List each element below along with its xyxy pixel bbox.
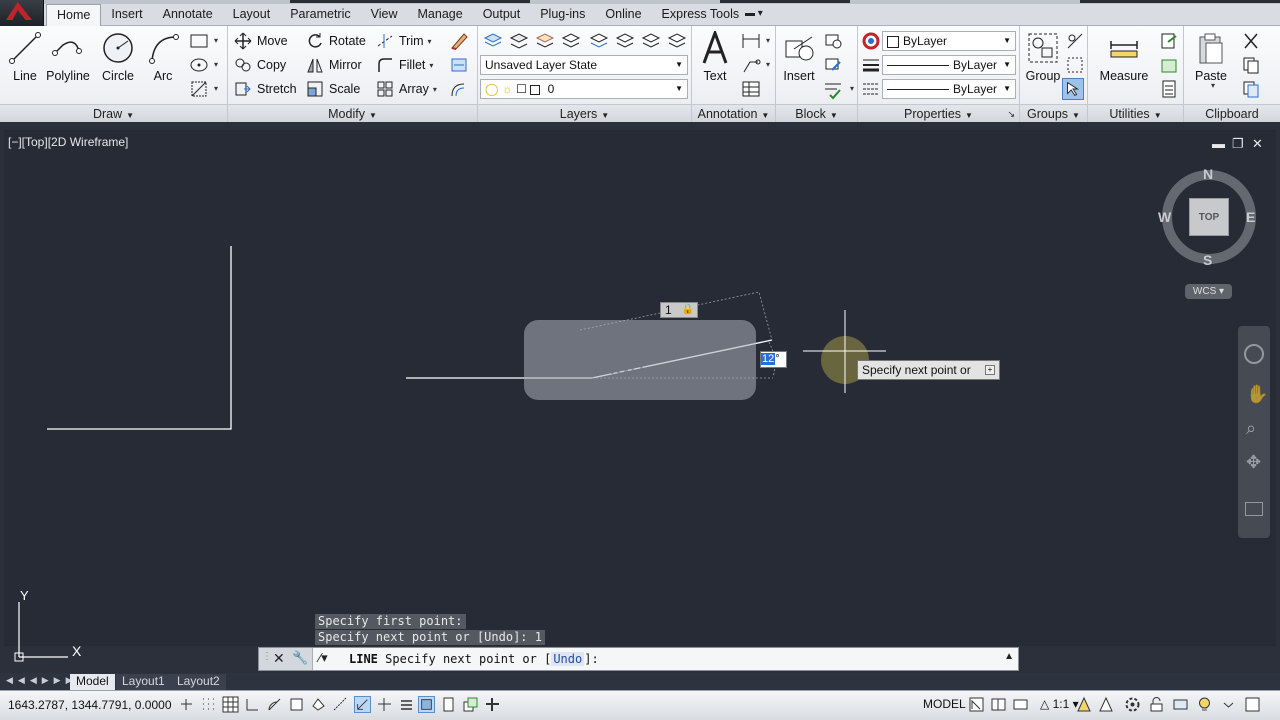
pan-hand-icon[interactable]: ✋ <box>1246 384 1268 405</box>
watermark: Arq. Leonardo A. Guzman 3BISEC@GMAIL.COM <box>524 320 756 400</box>
expand-options-icon[interactable]: + <box>985 365 995 375</box>
navigation-bar: ✋ ⌕ ✥ <box>1238 326 1270 538</box>
layout-navigation-icons[interactable]: ◀◀◀▶▶▶ <box>6 675 78 686</box>
status-menu-icon[interactable] <box>1220 696 1237 713</box>
quick-view-drawings-icon[interactable] <box>990 696 1007 713</box>
command-prompt[interactable]: LINE Specify next point or [Undo]: <box>349 648 599 670</box>
angle-input-box[interactable]: 12° <box>760 351 787 368</box>
command-history-toggle-icon[interactable]: ▲ <box>1004 651 1014 662</box>
command-history-line: Specify first point: <box>315 614 466 629</box>
clean-screen-icon[interactable] <box>1244 696 1261 713</box>
grid-display-icon[interactable] <box>222 696 239 713</box>
recent-commands-icon[interactable]: ∕▾ <box>319 650 328 666</box>
pan-icon[interactable] <box>1012 696 1029 713</box>
compass-north[interactable]: N <box>1203 166 1213 182</box>
auto-scale-icon[interactable] <box>1098 696 1115 713</box>
infer-constraints-icon[interactable] <box>178 696 195 713</box>
showmotion-icon[interactable] <box>1245 502 1263 516</box>
command-option-undo[interactable]: Undo <box>551 652 585 666</box>
viewcube-top-face[interactable]: TOP <box>1189 198 1229 236</box>
autocad-window: Home Insert Annotate Layout Parametric V… <box>0 0 1280 720</box>
quick-properties-icon[interactable] <box>440 696 457 713</box>
selection-cycling-icon[interactable] <box>462 696 479 713</box>
transparency-icon[interactable] <box>418 696 435 713</box>
tab-model[interactable]: Model <box>70 674 115 690</box>
polar-tracking-icon[interactable] <box>266 696 283 713</box>
compass-south[interactable]: S <box>1203 252 1212 268</box>
cursor-coordinates[interactable]: 1643.2787, 1344.7791, 0.0000 <box>8 698 172 712</box>
object-snap-icon[interactable] <box>288 696 305 713</box>
dynamic-input-icon[interactable] <box>376 696 393 713</box>
layout-tab-bar: ◀◀◀▶▶▶ Model Layout1 Layout2 <box>0 673 1280 690</box>
lock-icon: 🔒 <box>681 304 694 315</box>
snap-mode-icon[interactable] <box>200 696 217 713</box>
annotation-visibility-icon[interactable] <box>1076 696 1093 713</box>
status-bar: 1643.2787, 1344.7791, 0.0000 MODEL △ 1:1… <box>0 690 1280 720</box>
annotation-scale-icon: △ <box>1040 697 1050 711</box>
ucs-y-label: Y <box>20 588 29 603</box>
steering-wheel-icon[interactable] <box>1244 344 1264 364</box>
compass-east[interactable]: E <box>1246 209 1255 225</box>
isolate-objects-lightbulb-icon[interactable] <box>1196 696 1213 713</box>
3d-object-snap-icon[interactable] <box>310 696 327 713</box>
ortho-mode-icon[interactable] <box>244 696 261 713</box>
command-history-line: Specify next point or [Undo]: 1 <box>315 630 545 645</box>
tab-layout1[interactable]: Layout1 <box>116 674 171 690</box>
annotation-monitor-icon[interactable] <box>484 696 501 713</box>
dynamic-input-tooltip: Specify next point or + <box>857 360 1000 380</box>
toolbar-lock-icon[interactable] <box>1148 696 1165 713</box>
customize-wrench-icon[interactable]: 🔧 <box>292 650 308 666</box>
close-command-line-icon[interactable]: ✕ <box>273 650 285 667</box>
orbit-icon[interactable]: ✥ <box>1246 452 1261 473</box>
length-input-box[interactable]: 1 🔒 <box>660 302 698 318</box>
workspace-gear-icon[interactable] <box>1124 696 1141 713</box>
zoom-extents-icon[interactable]: ⌕ <box>1246 418 1256 439</box>
dynamic-ucs-icon[interactable] <box>354 696 371 713</box>
command-line[interactable]: ⋮ ✕ 🔧 ∕▾ LINE Specify next point or [Und… <box>258 647 1019 671</box>
command-line-controls: ⋮ ✕ 🔧 <box>259 648 313 670</box>
model-space-toggle[interactable]: MODEL <box>923 697 966 711</box>
existing-corner-lines <box>47 246 232 430</box>
tab-layout2[interactable]: Layout2 <box>171 674 226 690</box>
compass-west[interactable]: W <box>1158 209 1171 225</box>
annotation-scale-dropdown[interactable]: △ 1:1 ▾ <box>1040 697 1079 711</box>
ucs-menu-button[interactable]: WCS ▾ <box>1185 284 1232 299</box>
lineweight-toggle-icon[interactable] <box>398 696 415 713</box>
hardware-acceleration-icon[interactable] <box>1172 696 1189 713</box>
quick-view-layouts-icon[interactable] <box>968 696 985 713</box>
object-snap-tracking-icon[interactable] <box>332 696 349 713</box>
ucs-x-label: X <box>72 643 82 659</box>
grip-handle-icon[interactable]: ⋮ <box>262 651 272 662</box>
